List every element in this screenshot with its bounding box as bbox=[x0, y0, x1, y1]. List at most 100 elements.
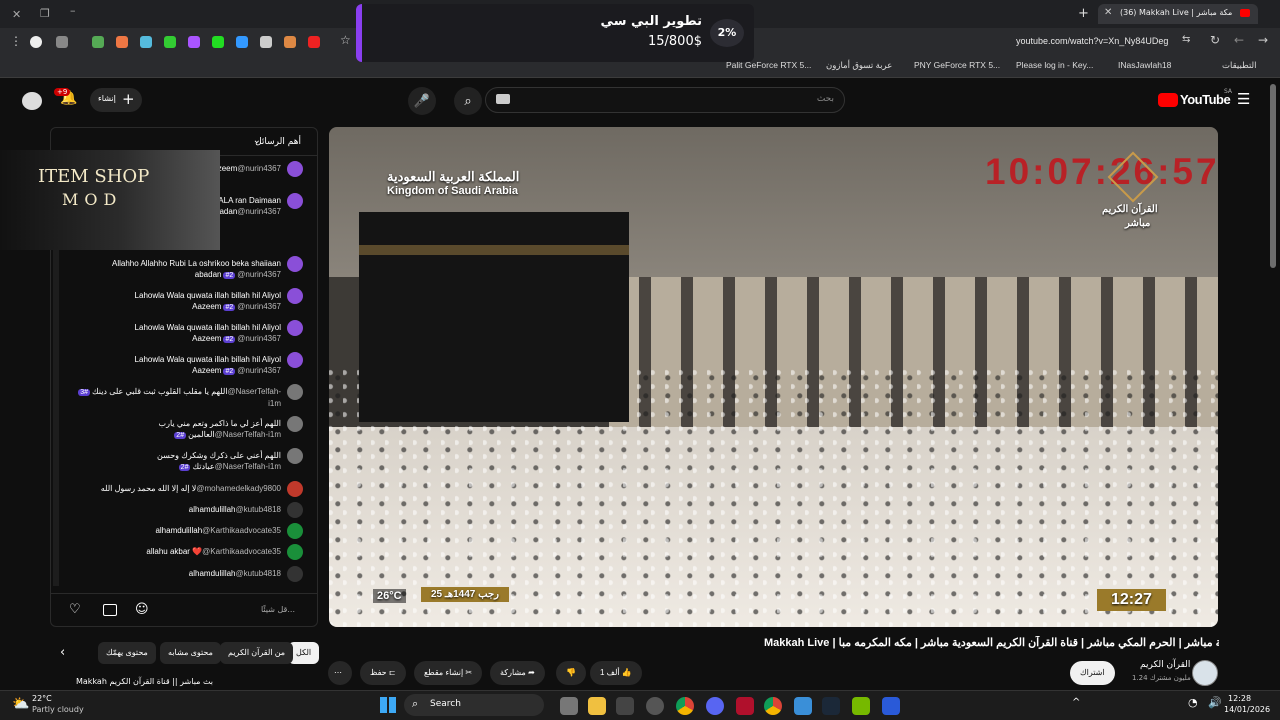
clock-time[interactable]: 12:28 bbox=[1228, 694, 1251, 703]
next-video-title[interactable]: Makkah بث مباشر || قناة القرآن الكريم bbox=[76, 677, 213, 686]
chat-author[interactable]: @nurin4367 bbox=[237, 366, 281, 375]
chat-avatar[interactable] bbox=[287, 384, 303, 400]
chat-message[interactable]: اللهم أعز لي ما ذاكمر وتعم مني يارب العا… bbox=[71, 418, 281, 441]
chat-avatar[interactable] bbox=[287, 320, 303, 336]
chat-message[interactable]: لا إله إلا الله محمد رسول الله@mohamedel… bbox=[71, 483, 281, 494]
heart-icon[interactable]: ♡ bbox=[69, 602, 81, 617]
back-icon[interactable]: → bbox=[1258, 33, 1268, 47]
task-view-icon[interactable] bbox=[560, 697, 578, 715]
chat-avatar[interactable] bbox=[287, 481, 303, 497]
extension-icon[interactable] bbox=[236, 36, 248, 48]
app-icon[interactable] bbox=[616, 697, 634, 715]
steam-icon[interactable] bbox=[822, 697, 840, 715]
bookmark-item[interactable]: عربة تسوق أمازون bbox=[826, 60, 892, 71]
create-button[interactable]: إنشاء + bbox=[90, 88, 142, 112]
chevron-down-icon[interactable]: ⌄ bbox=[253, 135, 261, 146]
chip-for-you[interactable]: محتوى يهمّك bbox=[98, 642, 156, 664]
app-icon[interactable] bbox=[736, 697, 754, 715]
clip-button[interactable]: إنشاء مقطع ✂ bbox=[414, 661, 483, 685]
chat-avatar[interactable] bbox=[287, 566, 303, 582]
chat-message[interactable]: Lahowla Wala quwata illah billah hil Ali… bbox=[71, 290, 281, 313]
super-chat-icon[interactable] bbox=[103, 604, 117, 616]
more-actions-button[interactable]: ⋯ bbox=[328, 661, 352, 685]
chat-input[interactable]: قل شيئًا... bbox=[261, 605, 295, 614]
chat-author[interactable]: @Karthikaadvocate35 bbox=[202, 526, 281, 535]
extension-icon[interactable] bbox=[212, 36, 224, 48]
bookmark-item[interactable]: PNY GeForce RTX 5... bbox=[914, 60, 1000, 70]
tray-volume-icon[interactable]: 🔊 bbox=[1208, 696, 1222, 709]
chat-message[interactable]: alhamdulillah@kutub4818 bbox=[71, 568, 281, 579]
chat-author[interactable]: @NaserTelfah-i1m bbox=[215, 430, 281, 439]
avatar[interactable] bbox=[22, 92, 42, 110]
chat-message[interactable]: alhamdulillah@kutub4818 bbox=[71, 504, 281, 515]
subscribe-button[interactable]: اشتراك bbox=[1070, 661, 1115, 685]
like-button[interactable]: 1 ألف 👍 bbox=[590, 661, 642, 685]
chat-author[interactable]: @kutub4818 bbox=[236, 505, 282, 514]
chat-author[interactable]: @NaserTelfah-i1m bbox=[215, 462, 281, 471]
chat-author[interactable]: @mohamedelkady9800 bbox=[196, 484, 281, 493]
chat-avatar[interactable] bbox=[287, 448, 303, 464]
chat-message[interactable]: اللهم أعني على ذكرك وشكرك وحسن عبادتك#2 @… bbox=[71, 450, 281, 473]
chat-message[interactable]: Allahho Allahho Rubi La oshrikoo beka sh… bbox=[71, 258, 281, 281]
chip-quran[interactable]: من القرآن الكريم bbox=[220, 642, 294, 664]
chat-avatar[interactable] bbox=[287, 352, 303, 368]
tray-wifi-icon[interactable]: ◔ bbox=[1188, 696, 1198, 709]
profile-icon[interactable] bbox=[30, 36, 42, 48]
tab-close-icon[interactable]: ✕ bbox=[1104, 7, 1112, 18]
save-button[interactable]: حفظ ⊏ bbox=[360, 661, 406, 685]
emoji-icon[interactable]: ☺ bbox=[135, 602, 149, 617]
chat-avatar[interactable] bbox=[287, 544, 303, 560]
keyboard-icon[interactable] bbox=[496, 94, 510, 104]
chat-avatar[interactable] bbox=[287, 256, 303, 272]
menu-dots-icon[interactable]: ⋮ bbox=[10, 34, 22, 48]
chat-author[interactable]: @nurin4367 bbox=[237, 270, 281, 279]
extension-icon[interactable] bbox=[308, 36, 320, 48]
address-bar[interactable]: youtube.com/watch?v=Xn_Ny84UDeg bbox=[1016, 36, 1168, 46]
tab-active[interactable]: ✕ (36) Makkah Live | مكة مباشر bbox=[1098, 4, 1258, 24]
chat-avatar[interactable] bbox=[287, 161, 303, 177]
nvidia-icon[interactable] bbox=[852, 697, 870, 715]
extension-icon[interactable] bbox=[92, 36, 104, 48]
bookmark-item[interactable]: Please log in - Key... bbox=[1016, 60, 1093, 70]
start-button-icon[interactable] bbox=[380, 697, 396, 713]
search-input[interactable]: بحث bbox=[485, 87, 845, 113]
chat-avatar[interactable] bbox=[287, 288, 303, 304]
chip-similar[interactable]: محتوى مشابه bbox=[160, 642, 221, 664]
page-scrollbar[interactable] bbox=[1270, 84, 1276, 268]
extension-icon[interactable] bbox=[260, 36, 272, 48]
app-icon[interactable] bbox=[882, 697, 900, 715]
file-explorer-icon[interactable] bbox=[588, 697, 606, 715]
chat-author[interactable]: @nurin4367 bbox=[237, 164, 281, 173]
tray-chevron-icon[interactable]: ^ bbox=[1072, 697, 1080, 708]
close-window-icon[interactable]: ✕ bbox=[12, 8, 21, 21]
search-button[interactable]: ⌕ bbox=[454, 87, 482, 115]
extension-icon[interactable] bbox=[164, 36, 176, 48]
install-app-icon[interactable]: ⇆ bbox=[1182, 34, 1190, 45]
chrome-icon[interactable] bbox=[676, 697, 694, 715]
chat-author[interactable]: @nurin4367 bbox=[237, 207, 281, 216]
chat-author[interactable]: @NaserTelfah-i1m bbox=[228, 387, 281, 408]
dislike-button[interactable]: 👎 bbox=[556, 661, 586, 685]
bookmark-apps[interactable]: التطبيقات bbox=[1222, 60, 1257, 71]
video-player[interactable]: المملكة العربية السعودية Kingdom of Saud… bbox=[329, 127, 1218, 627]
chat-message[interactable]: Lahowla Wala quwata illah billah hil Ali… bbox=[71, 354, 281, 377]
chat-author[interactable]: @Karthikaadvocate35 bbox=[202, 547, 281, 556]
extension-icon[interactable] bbox=[188, 36, 200, 48]
settings-icon[interactable] bbox=[646, 697, 664, 715]
bookmark-item[interactable]: INasJawlah18 bbox=[1118, 60, 1171, 70]
reload-icon[interactable]: ↻ bbox=[1210, 33, 1220, 47]
chat-message[interactable]: allahu akbar ❤️@Karthikaadvocate35 bbox=[71, 546, 281, 557]
taskbar-search[interactable]: ⌕ Search bbox=[404, 694, 544, 716]
chat-avatar[interactable] bbox=[287, 193, 303, 209]
new-tab-icon[interactable]: + bbox=[1078, 6, 1089, 21]
chat-author[interactable]: @nurin4367 bbox=[237, 302, 281, 311]
chat-author[interactable]: @nurin4367 bbox=[237, 334, 281, 343]
chat-avatar[interactable] bbox=[287, 523, 303, 539]
chat-author[interactable]: @kutub4818 bbox=[236, 569, 282, 578]
forward-icon[interactable]: ← bbox=[1234, 33, 1244, 47]
extension-icon[interactable] bbox=[56, 36, 68, 48]
app-icon[interactable] bbox=[794, 697, 812, 715]
share-button[interactable]: مشاركة ➦ bbox=[490, 661, 545, 685]
restore-window-icon[interactable]: ❐ bbox=[40, 7, 50, 20]
chat-avatar[interactable] bbox=[287, 502, 303, 518]
